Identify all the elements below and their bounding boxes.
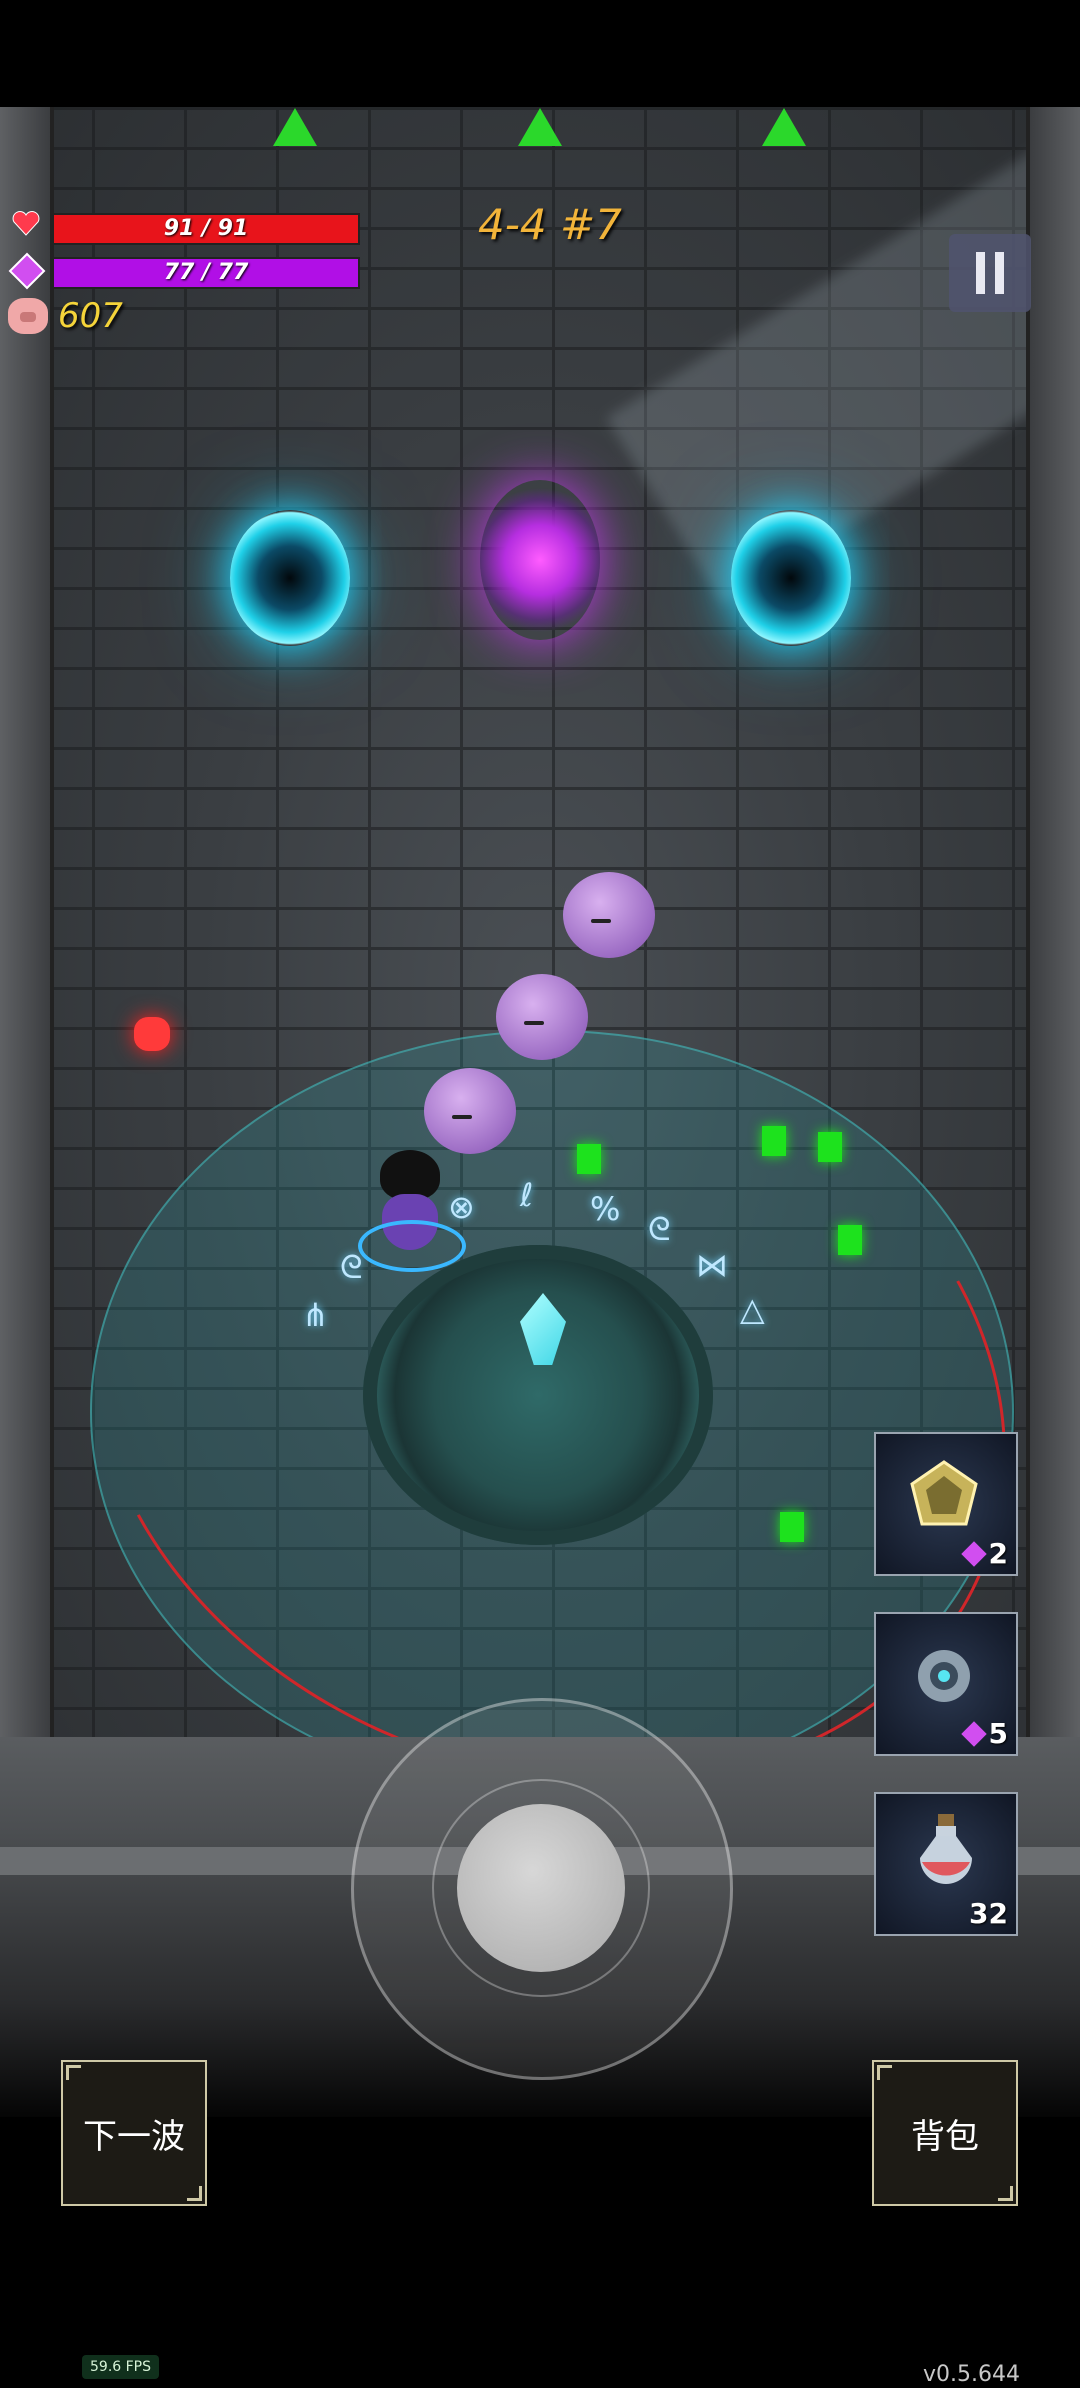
potion-icon (920, 1814, 972, 1884)
right-wall (1026, 107, 1080, 1737)
pause-icon (976, 252, 985, 294)
skill-slot-crystal-shield[interactable]: 2 (874, 1432, 1018, 1576)
rune-glyph: ⋔ (302, 1296, 329, 1334)
rune-glyph: △ (740, 1290, 765, 1328)
rune-glyph: ⋈ (696, 1246, 728, 1284)
backpack-button[interactable]: 背包 (872, 2060, 1018, 2206)
spawn-arrow-right (762, 108, 806, 146)
slime-enemy (563, 872, 655, 958)
wave-indicator: 4-4 #7 (478, 200, 622, 249)
crystal-shield-icon (910, 1460, 978, 1526)
orb-icon (918, 1650, 970, 1702)
turret (838, 1225, 862, 1255)
version-label: v0.5.644 (923, 2362, 1020, 2387)
virtual-joystick[interactable] (351, 1698, 733, 2080)
rune-glyph: ℓ (520, 1176, 534, 1214)
turret (762, 1126, 786, 1156)
portal-left (230, 510, 350, 646)
next-wave-button[interactable]: 下一波 (61, 2060, 207, 2206)
portal-right (731, 510, 851, 646)
rune-glyph: ⊗ (448, 1188, 475, 1226)
rune-glyph: % (590, 1190, 621, 1228)
turret (818, 1132, 842, 1162)
turret (577, 1144, 601, 1174)
item-slot-potion[interactable]: 32 (874, 1792, 1018, 1936)
rune-glyph: ᘓ (340, 1248, 363, 1286)
boss-portal (480, 480, 600, 640)
spawn-arrow-left (273, 108, 317, 146)
slime-enemy (424, 1068, 516, 1154)
red-gem-pickup (134, 1017, 170, 1051)
mana-bar: 77 / 77 (52, 257, 360, 289)
crystal-altar (363, 1245, 713, 1545)
heart-icon (12, 211, 40, 236)
player-hero (358, 1150, 466, 1272)
skill-slot-orb[interactable]: 5 (874, 1612, 1018, 1756)
spawn-arrow-center (518, 108, 562, 146)
joystick-knob[interactable] (457, 1804, 625, 1972)
pause-button[interactable] (949, 234, 1031, 312)
rune-glyph: ᘓ (648, 1210, 671, 1248)
left-wall (0, 107, 54, 1737)
fps-counter: 59.6 FPS (82, 2355, 160, 2379)
turret (780, 1512, 804, 1542)
gold-counter: 607 (58, 296, 123, 336)
health-bar: 91 / 91 (52, 213, 360, 245)
slime-enemy (496, 974, 588, 1060)
piggy-bank-icon (8, 298, 48, 334)
